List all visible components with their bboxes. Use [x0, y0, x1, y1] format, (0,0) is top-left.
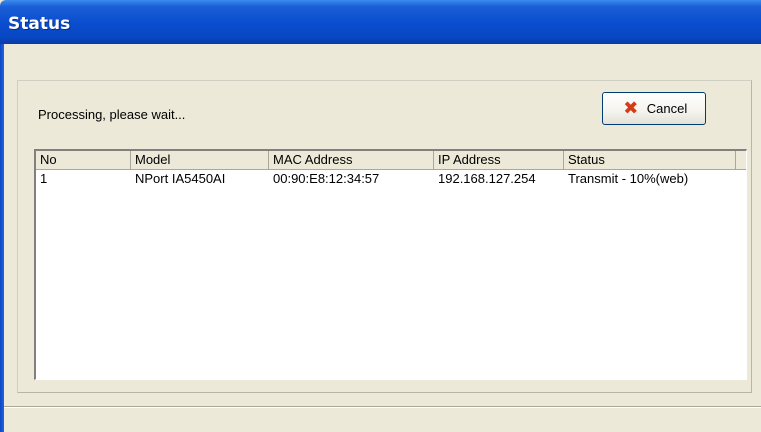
cell-model: NPort IA5450AI	[135, 171, 226, 186]
list-header: No Model MAC Address IP Address Status	[36, 151, 746, 170]
bottom-separator	[4, 406, 761, 408]
cancel-x-icon: ✖	[623, 97, 639, 119]
column-header-ip-address[interactable]: IP Address	[434, 151, 564, 169]
window-title: Status	[8, 14, 71, 34]
column-header-no[interactable]: No	[36, 151, 131, 169]
title-bar[interactable]: Status	[0, 0, 761, 44]
processing-message: Processing, please wait...	[38, 107, 186, 122]
cancel-button[interactable]: ✖ Cancel	[602, 92, 706, 125]
cell-mac-address: 00:90:E8:12:34:57	[273, 171, 380, 186]
cell-ip-address: 192.168.127.254	[438, 171, 536, 186]
column-header-model[interactable]: Model	[131, 151, 269, 169]
table-row[interactable]: 1 NPort IA5450AI 00:90:E8:12:34:57 192.1…	[36, 170, 746, 188]
cell-no: 1	[40, 171, 48, 186]
column-header-status[interactable]: Status	[564, 151, 736, 169]
cell-status: Transmit - 10%(web)	[568, 171, 689, 186]
column-header-mac-address[interactable]: MAC Address	[269, 151, 434, 169]
device-list[interactable]: No Model MAC Address IP Address Status 1…	[34, 149, 747, 380]
cancel-button-label: Cancel	[646, 101, 688, 116]
